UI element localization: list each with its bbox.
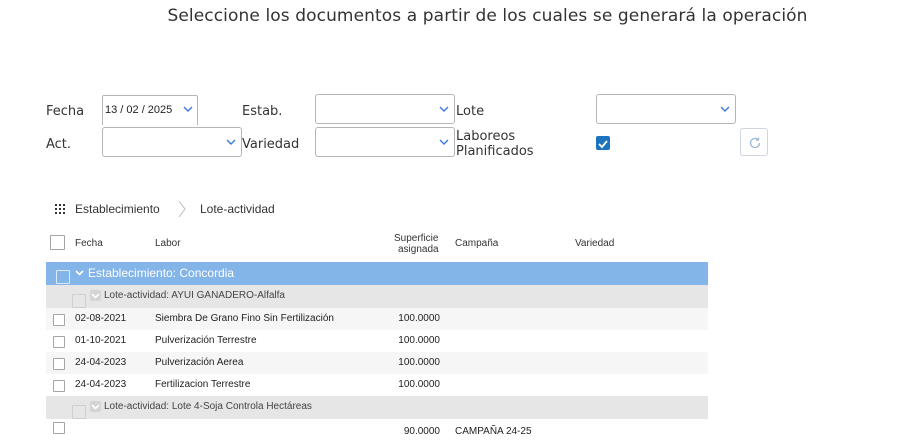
chevron-down-icon[interactable] xyxy=(183,104,193,114)
cell-fecha: 01-10-2021 xyxy=(75,335,127,346)
table-row[interactable]: 02-08-2021 Siembra De Grano Fino Sin Fer… xyxy=(46,308,708,330)
subgroup-label: Lote-actividad: AYUI GANADERO-Alfalfa xyxy=(104,290,285,301)
laboreos-label-line2: Planificados xyxy=(456,144,534,159)
table-row[interactable]: 90.0000 CAMPAÑA 24-25 xyxy=(46,419,708,441)
lote-label: Lote xyxy=(456,104,485,119)
group-checkbox[interactable] xyxy=(56,270,70,284)
subgroup-row-1[interactable]: Lote-actividad: AYUI GANADERO-Alfalfa xyxy=(46,285,708,308)
cell-labor: Pulverización Terrestre xyxy=(155,335,257,346)
group-label: Establecimiento: Concordia xyxy=(88,266,235,280)
refresh-icon xyxy=(749,137,761,149)
cell-superficie: 90.0000 xyxy=(403,426,440,437)
chevron-down-icon xyxy=(439,139,449,145)
cell-labor: Fertilizacion Terrestre xyxy=(155,379,251,390)
lote-select[interactable] xyxy=(596,94,736,124)
col-superficie-line2[interactable]: asignada xyxy=(398,244,439,255)
laboreos-label-line1: Laboreos xyxy=(456,129,516,144)
subgroup-row-2[interactable]: Lote-actividad: Lote 4-Soja Controla Hec… xyxy=(46,396,708,419)
estab-select[interactable] xyxy=(315,94,455,124)
row-checkbox[interactable] xyxy=(53,314,65,326)
row-checkbox[interactable] xyxy=(53,336,65,348)
chevron-down-icon[interactable] xyxy=(90,290,101,301)
row-checkbox[interactable] xyxy=(53,358,65,370)
row-checkbox[interactable] xyxy=(53,422,65,434)
table-row[interactable]: 01-10-2021 Pulverización Terrestre 100.0… xyxy=(46,330,708,352)
cell-fecha: 02-08-2021 xyxy=(75,313,127,324)
fecha-label: Fecha xyxy=(46,104,85,119)
laboreos-label: Laboreos Planificados xyxy=(456,129,534,159)
subgroup-checkbox[interactable] xyxy=(72,294,86,308)
row-checkbox[interactable] xyxy=(53,380,65,392)
chevron-right-icon xyxy=(178,200,186,218)
variedad-label: Variedad xyxy=(242,137,300,152)
subgroup-checkbox[interactable] xyxy=(72,405,86,419)
table-row[interactable]: 24-04-2023 Pulverización Aerea 100.0000 xyxy=(46,352,708,374)
col-fecha[interactable]: Fecha xyxy=(75,238,103,249)
chevron-down-icon[interactable] xyxy=(90,401,101,412)
subgroup-label: Lote-actividad: Lote 4-Soja Controla Hec… xyxy=(104,401,312,412)
laboreos-planificados-checkbox[interactable] xyxy=(596,136,610,150)
chevron-down-icon xyxy=(439,106,449,112)
chevron-down-icon xyxy=(226,139,236,145)
documents-grid: Fecha Labor Superficie asignada Campaña … xyxy=(46,230,708,441)
cell-superficie: 100.0000 xyxy=(398,357,440,368)
group-row-establecimiento[interactable]: Establecimiento: Concordia xyxy=(46,262,708,285)
grid-header: Fecha Labor Superficie asignada Campaña … xyxy=(46,230,708,262)
select-all-checkbox[interactable] xyxy=(50,235,65,250)
check-icon xyxy=(598,140,608,149)
cell-labor: Pulverización Aerea xyxy=(155,357,244,368)
cell-campana: CAMPAÑA 24-25 xyxy=(455,426,532,437)
chevron-down-icon xyxy=(720,106,730,112)
act-select[interactable] xyxy=(102,127,242,157)
col-superficie-line1[interactable]: Superficie xyxy=(394,233,438,244)
grid-icon xyxy=(55,204,65,214)
col-campana[interactable]: Campaña xyxy=(455,238,498,249)
chevron-down-icon[interactable] xyxy=(74,267,85,278)
fecha-date-input[interactable]: 13 / 02 / 2025 xyxy=(102,95,198,125)
col-variedad[interactable]: Variedad xyxy=(575,238,614,249)
cell-superficie: 100.0000 xyxy=(398,379,440,390)
cell-labor: Siembra De Grano Fino Sin Fertilización xyxy=(155,313,334,324)
cell-fecha: 24-04-2023 xyxy=(75,357,127,368)
cell-superficie: 100.0000 xyxy=(398,313,440,324)
groupby-lote-actividad[interactable]: Lote-actividad xyxy=(200,202,275,216)
table-row[interactable]: 24-04-2023 Fertilizacion Terrestre 100.0… xyxy=(46,374,708,396)
variedad-select[interactable] xyxy=(315,127,455,157)
estab-label: Estab. xyxy=(242,104,283,119)
cell-fecha: 24-04-2023 xyxy=(75,379,127,390)
col-labor[interactable]: Labor xyxy=(155,238,181,249)
act-label: Act. xyxy=(46,137,72,152)
fecha-value: 13 / 02 / 2025 xyxy=(105,104,173,116)
page-title: Seleccione los documentos a partir de lo… xyxy=(167,6,808,26)
refresh-button[interactable] xyxy=(740,128,768,156)
groupby-establecimiento[interactable]: Establecimiento xyxy=(75,202,160,216)
cell-superficie: 100.0000 xyxy=(398,335,440,346)
